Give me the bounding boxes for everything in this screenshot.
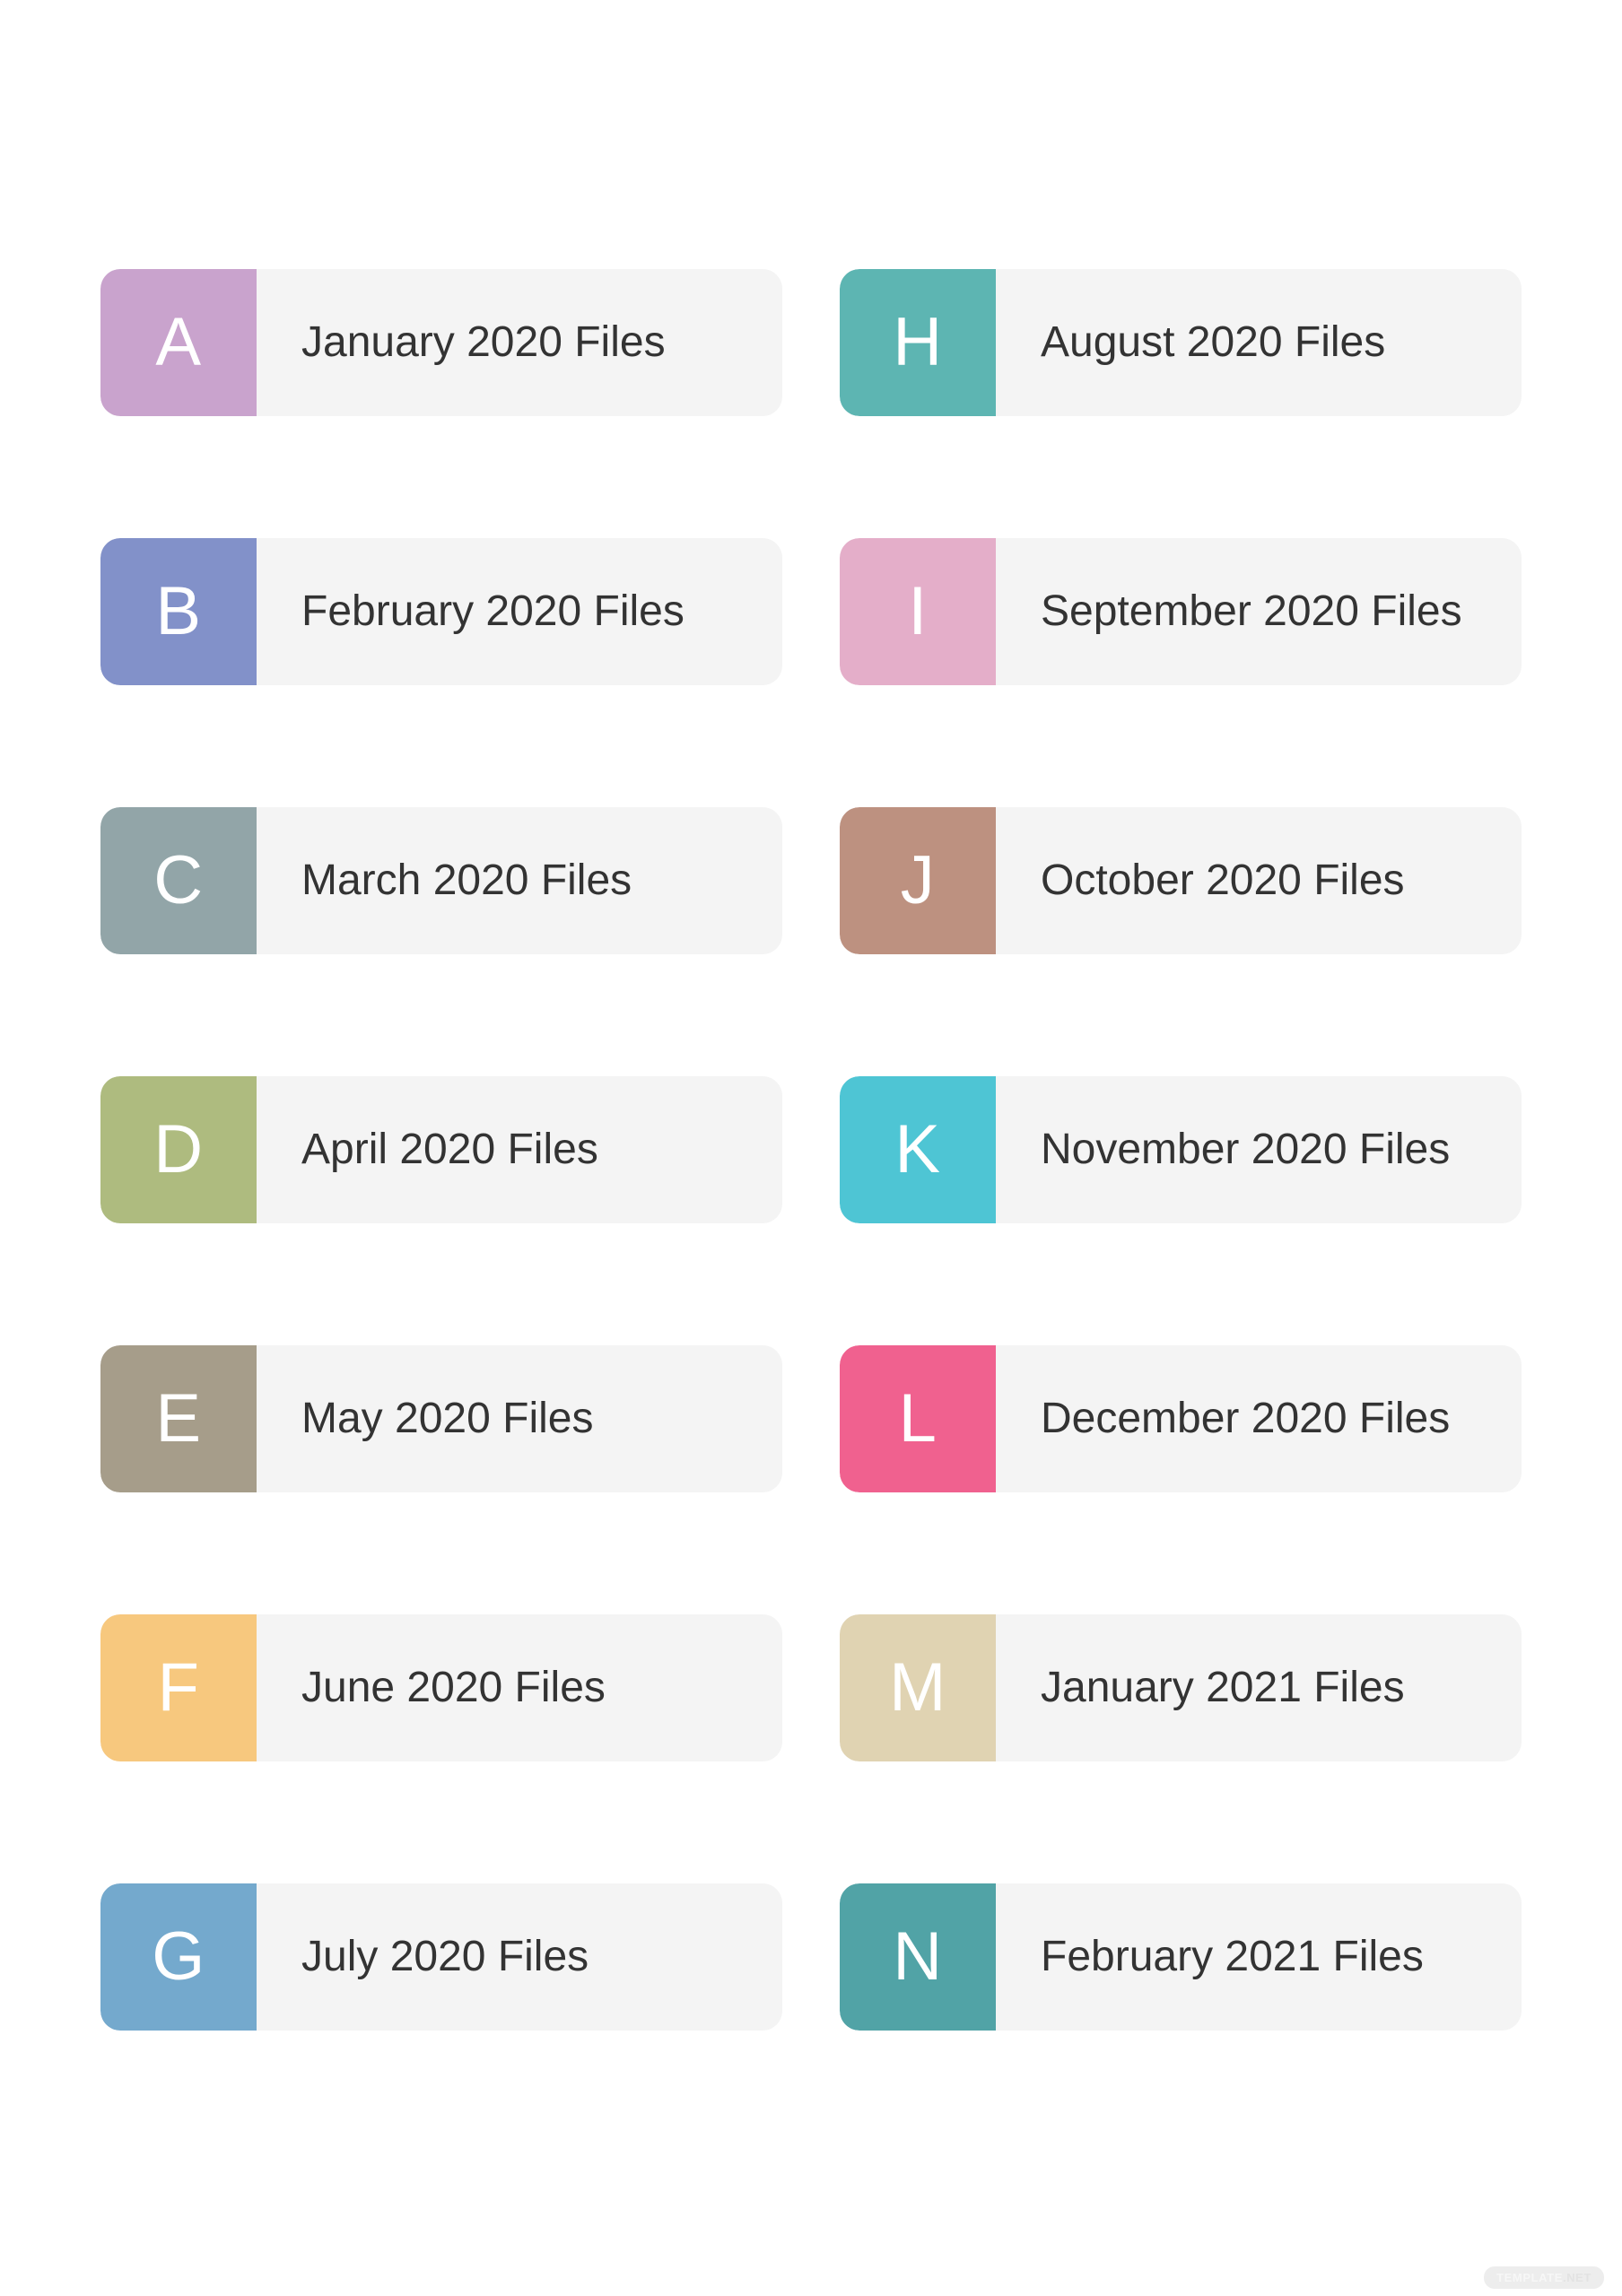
label-card[interactable]: A January 2020 Files [100, 269, 782, 416]
label-letter-badge: C [100, 807, 257, 954]
label-letter-badge: K [840, 1076, 996, 1223]
label-letter-badge: H [840, 269, 996, 416]
watermark-text: TEMPLATE [1496, 2271, 1563, 2284]
label-card[interactable]: H August 2020 Files [840, 269, 1522, 416]
label-title: November 2020 Files [1041, 1125, 1451, 1173]
label-card[interactable]: L December 2020 Files [840, 1345, 1522, 1492]
label-body: October 2020 Files [996, 807, 1522, 954]
label-letter-badge: G [100, 1883, 257, 2031]
label-letter-badge: N [840, 1883, 996, 2031]
watermark-suffix: .NET [1562, 2271, 1591, 2284]
label-title: December 2020 Files [1041, 1394, 1451, 1442]
label-letter-badge: J [840, 807, 996, 954]
label-card[interactable]: M January 2021 Files [840, 1614, 1522, 1761]
label-body: November 2020 Files [996, 1076, 1522, 1223]
label-letter-badge: I [840, 538, 996, 685]
label-card[interactable]: G July 2020 Files [100, 1883, 782, 2031]
label-letter-badge: D [100, 1076, 257, 1223]
label-title: May 2020 Files [301, 1394, 594, 1442]
label-letter: C [153, 842, 204, 918]
label-letter-badge: A [100, 269, 257, 416]
label-title: January 2021 Files [1041, 1663, 1405, 1711]
label-title: April 2020 Files [301, 1125, 598, 1173]
label-title: October 2020 Files [1041, 856, 1405, 904]
label-title: July 2020 Files [301, 1932, 589, 1980]
label-letter: E [155, 1380, 202, 1457]
label-grid: A January 2020 Files H August 2020 Files B Fe… [100, 269, 1522, 2031]
label-title: September 2020 Files [1041, 587, 1462, 635]
label-body: December 2020 Files [996, 1345, 1522, 1492]
label-body: April 2020 Files [257, 1076, 782, 1223]
label-body: March 2020 Files [257, 807, 782, 954]
label-letter: F [157, 1649, 200, 1726]
label-letter: D [153, 1111, 204, 1187]
label-body: September 2020 Files [996, 538, 1522, 685]
label-body: August 2020 Files [996, 269, 1522, 416]
label-letter-badge: E [100, 1345, 257, 1492]
label-card[interactable]: E May 2020 Files [100, 1345, 782, 1492]
label-title: March 2020 Files [301, 856, 632, 904]
label-letter: A [155, 304, 202, 380]
label-body: January 2020 Files [257, 269, 782, 416]
label-letter: G [152, 1918, 205, 1995]
label-card[interactable]: F June 2020 Files [100, 1614, 782, 1761]
label-card[interactable]: D April 2020 Files [100, 1076, 782, 1223]
label-letter: K [894, 1111, 941, 1187]
label-title: June 2020 Files [301, 1663, 606, 1711]
label-letter: I [908, 573, 928, 649]
label-body: February 2021 Files [996, 1883, 1522, 2031]
label-card[interactable]: C March 2020 Files [100, 807, 782, 954]
label-title: January 2020 Files [301, 317, 666, 366]
label-letter: M [889, 1649, 946, 1726]
template-watermark: TEMPLATE.NET [1484, 2266, 1604, 2289]
label-letter: L [898, 1380, 937, 1457]
label-body: February 2020 Files [257, 538, 782, 685]
label-card[interactable]: K November 2020 Files [840, 1076, 1522, 1223]
label-body: June 2020 Files [257, 1614, 782, 1761]
label-letter-badge: L [840, 1345, 996, 1492]
label-card[interactable]: N February 2021 Files [840, 1883, 1522, 2031]
label-sheet: A January 2020 Files H August 2020 Files B Fe… [0, 0, 1622, 2296]
label-title: February 2020 Files [301, 587, 685, 635]
label-letter-badge: M [840, 1614, 996, 1761]
label-title: August 2020 Files [1041, 317, 1386, 366]
label-letter-badge: F [100, 1614, 257, 1761]
label-letter: J [900, 842, 936, 918]
label-body: July 2020 Files [257, 1883, 782, 2031]
label-title: February 2021 Files [1041, 1932, 1424, 1980]
label-card[interactable]: B February 2020 Files [100, 538, 782, 685]
label-card[interactable]: J October 2020 Files [840, 807, 1522, 954]
label-letter: H [893, 304, 943, 380]
label-letter-badge: B [100, 538, 257, 685]
label-card[interactable]: I September 2020 Files [840, 538, 1522, 685]
label-letter: N [893, 1918, 943, 1995]
label-body: May 2020 Files [257, 1345, 782, 1492]
label-body: January 2021 Files [996, 1614, 1522, 1761]
label-letter: B [155, 573, 202, 649]
